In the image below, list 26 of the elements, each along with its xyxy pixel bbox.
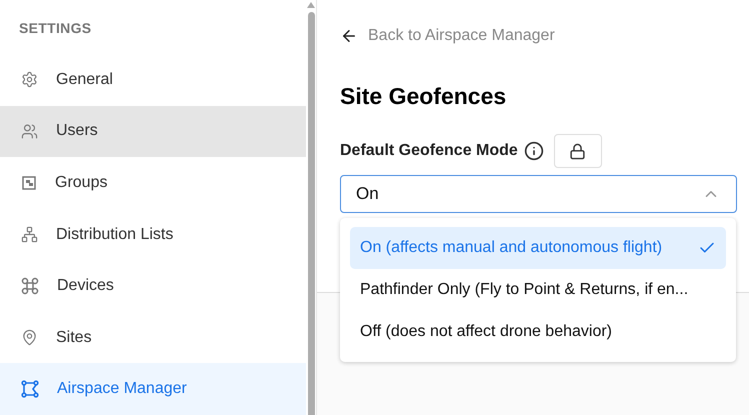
sidebar-item[interactable]: General: [0, 54, 306, 106]
info-icon[interactable]: [524, 141, 544, 161]
polygon-nodes-icon: [21, 380, 39, 398]
users-icon: [21, 122, 38, 140]
back-link[interactable]: Back to Airspace Manager: [340, 27, 737, 45]
settings-icon: [21, 71, 38, 88]
hierarchy-icon: [21, 226, 38, 244]
dropdown-option[interactable]: Off (does not affect drone behavior): [350, 311, 726, 353]
dropdown-option[interactable]: On (affects manual and autonomous flight): [350, 227, 726, 269]
sidebar-item[interactable]: Airspace Manager: [0, 363, 306, 415]
dropdown-option[interactable]: Pathfinder Only (Fly to Point & Returns, if en...: [350, 269, 726, 311]
mode-select[interactable]: On: [340, 175, 737, 213]
image-frame-icon: [21, 174, 37, 191]
page-title: Site Geofences: [340, 83, 508, 110]
sidebar-item[interactable]: Groups: [0, 157, 306, 209]
sidebar-item[interactable]: Distribution Lists: [0, 208, 306, 260]
lock-button[interactable]: [554, 134, 602, 168]
map-pin-icon: [21, 329, 38, 346]
sidebar-item[interactable]: Users: [0, 106, 306, 158]
drone-icon: [21, 277, 39, 296]
scrollbar-thumb[interactable]: [308, 12, 314, 415]
sidebar-heading: SETTINGS: [18, 20, 92, 38]
sidebar-item[interactable]: Devices: [0, 260, 306, 312]
field-label: Default Geofence Mode: [340, 142, 518, 160]
sidebar-item[interactable]: Sites: [0, 312, 306, 364]
lock-icon: [569, 142, 586, 160]
